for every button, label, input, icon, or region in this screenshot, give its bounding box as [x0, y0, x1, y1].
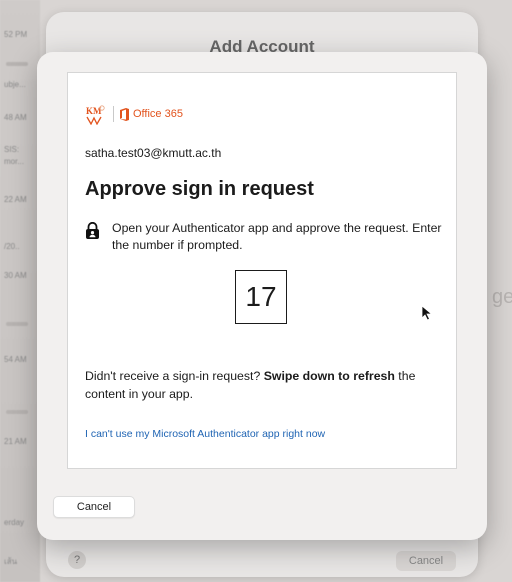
kmutt-logo-icon: KM [85, 103, 107, 126]
help-button[interactable]: ? [68, 551, 86, 569]
bg-snippet: mor... [4, 157, 25, 166]
bg-timestamp: 22 AM [4, 195, 27, 204]
refresh-hint-prefix: Didn't receive a sign-in request? [85, 369, 264, 383]
cant-use-authenticator-link[interactable]: I can't use my Microsoft Authenticator a… [85, 428, 325, 440]
sign-in-card: KM Office 365 satha.test03@kmutt.ac.th A… [67, 72, 457, 469]
bg-timestamp: 30 AM [4, 271, 27, 280]
bg-timestamp: 52 PM [4, 30, 28, 39]
cancel-button[interactable]: Cancel [53, 496, 135, 518]
background-message-list: 52 PM ubje... 48 AM SIS: mor... 22 AM /2… [0, 0, 40, 582]
background-ghost-text: ge [492, 286, 512, 308]
bg-snippet: ubje... [4, 80, 26, 89]
office-365-label: Office 365 [133, 108, 183, 120]
bg-snippet: SIS: [4, 145, 20, 154]
bg-line [6, 322, 28, 326]
bg-snippet: erday [4, 518, 25, 527]
sign-in-sheet: KM Office 365 satha.test03@kmutt.ac.th A… [37, 52, 487, 540]
account-email: satha.test03@kmutt.ac.th [85, 146, 222, 160]
bg-snippet: เส้น [4, 557, 18, 566]
refresh-hint-bold: Swipe down to refresh [263, 369, 395, 383]
mouse-cursor-icon [421, 305, 433, 321]
bg-line [6, 62, 28, 66]
add-account-cancel-button[interactable]: Cancel [396, 551, 456, 571]
bg-snippet: /20.. [4, 242, 20, 251]
match-number: 17 [235, 270, 287, 324]
bg-timestamp: 54 AM [4, 355, 27, 364]
bg-line [6, 410, 28, 414]
instruction-text: Open your Authenticator app and approve … [112, 221, 442, 252]
logo-separator [113, 106, 114, 122]
bg-timestamp: 48 AM [4, 113, 27, 122]
logo-bar: KM Office 365 [85, 103, 183, 126]
authenticator-lock-icon [85, 221, 100, 239]
refresh-hint: Didn't receive a sign-in request? Swipe … [85, 367, 450, 403]
bg-timestamp: 21 AM [4, 437, 27, 446]
office-icon [120, 107, 129, 121]
page-title: Approve sign in request [85, 178, 314, 200]
